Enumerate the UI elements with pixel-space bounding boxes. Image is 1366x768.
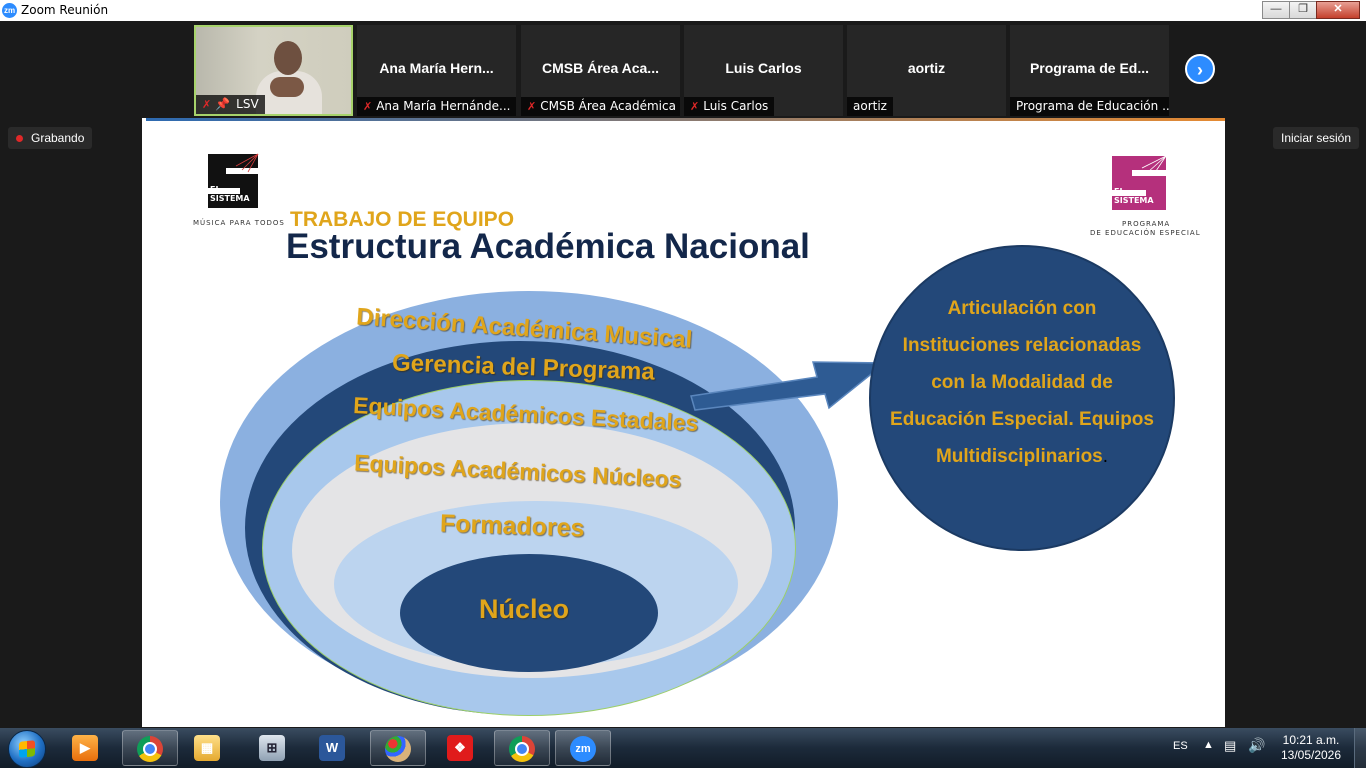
participant-name: Luis Carlos	[725, 60, 802, 76]
participant-tile[interactable]: Luis Carlos ✗ Luis Carlos	[684, 25, 843, 116]
slide-title: Estructura Académica Nacional	[286, 227, 810, 266]
taskbar-chrome-2[interactable]	[494, 730, 550, 766]
ring-label: Formadores	[439, 509, 585, 543]
start-button[interactable]	[8, 730, 46, 768]
participant-name: Ana María Hern...	[379, 60, 494, 76]
clock-time: 10:21 a.m.	[1282, 733, 1340, 747]
slide-top-line	[146, 118, 1225, 121]
participant-label: ✗ Ana María Hernánde...	[357, 97, 516, 116]
participant-name: CMSB Área Aca...	[542, 60, 659, 76]
taskbar-word[interactable]: W	[305, 730, 361, 766]
taskbar-calculator[interactable]: ⊞	[245, 730, 301, 766]
participant-tile[interactable]: Programa de Ed... Programa de Educación …	[1010, 25, 1169, 116]
svg-text:SISTEMA: SISTEMA	[210, 194, 250, 203]
acrobat-icon: ❖	[447, 735, 473, 761]
network-icon[interactable]: ▤	[1224, 738, 1236, 754]
minimize-button[interactable]: —	[1262, 1, 1290, 19]
pin-icon: 📌	[215, 97, 231, 111]
chevron-right-icon: ›	[1197, 60, 1203, 80]
chrome-icon	[509, 736, 535, 762]
minimize-icon: —	[1270, 3, 1282, 15]
close-icon: ✕	[1333, 3, 1343, 15]
maximize-button[interactable]: ❐	[1289, 1, 1317, 19]
mic-muted-icon: ✗	[527, 100, 537, 113]
participant-label: Programa de Educación ...	[1010, 97, 1169, 116]
shared-slide: EL SISTEMA MÚSICA PARA TODOS EL SISTEMA …	[142, 118, 1225, 727]
taskbar-acrobat[interactable]: ❖	[433, 730, 489, 766]
taskbar-file-explorer[interactable]: ▦	[180, 730, 236, 766]
taskbar-media-player[interactable]: ▶	[58, 730, 114, 766]
zoom-logo-icon: zm	[2, 3, 17, 18]
clock-date: 13/05/2026	[1280, 748, 1342, 762]
mic-muted-icon: ✗	[202, 98, 212, 111]
svg-text:EL: EL	[1114, 187, 1125, 196]
file-explorer-icon: ▦	[194, 735, 220, 761]
el-sistema-special-logo: EL SISTEMA	[1112, 155, 1167, 210]
paint-icon	[385, 736, 411, 762]
next-participants-button[interactable]: ›	[1185, 54, 1215, 84]
language-indicator[interactable]: ES	[1173, 740, 1188, 752]
participant-label: ✗ 📌 LSV	[196, 95, 265, 114]
close-button[interactable]: ✕	[1316, 1, 1360, 19]
participant-label: ✗ Luis Carlos	[684, 97, 775, 116]
participant-name: Programa de Ed...	[1029, 60, 1150, 76]
window-controls: — ❐ ✕	[1262, 1, 1360, 19]
zoom-icon: zm	[570, 736, 596, 762]
taskbar-chrome[interactable]	[122, 730, 178, 766]
logo-tagline: PROGRAMA	[1122, 220, 1171, 228]
taskbar: ▶ ▦ ⊞ W ❖ zm ES ▲ ▤ 🔊	[0, 728, 1366, 768]
recording-indicator[interactable]: Grabando	[8, 127, 93, 149]
windows-logo-icon	[19, 740, 35, 758]
restore-icon: ❐	[1298, 3, 1308, 15]
show-desktop-button[interactable]	[1354, 728, 1366, 768]
window-title: Zoom Reunión	[21, 3, 109, 17]
participant-label: ✗ CMSB Área Académica	[521, 97, 680, 116]
word-icon: W	[319, 735, 345, 761]
media-player-icon: ▶	[72, 735, 98, 761]
mic-muted-icon: ✗	[690, 100, 700, 113]
arrow-right-icon	[690, 361, 887, 411]
participant-tile-video[interactable]: ✗ 📌 LSV	[194, 25, 353, 116]
taskbar-paint[interactable]	[370, 730, 426, 766]
title-bar: zm Zoom Reunión — ❐ ✕	[0, 0, 1366, 21]
system-clock[interactable]: 10:21 a.m. 13/05/2026	[1278, 733, 1344, 763]
logo-tagline: MÚSICA PARA TODOS	[193, 219, 285, 227]
volume-icon[interactable]: 🔊	[1248, 737, 1265, 754]
participant-tile[interactable]: aortiz aortiz	[847, 25, 1006, 116]
participant-strip: ✗ 📌 LSV Ana María Hern... ✗ Ana María Herná…	[0, 22, 1366, 118]
taskbar-zoom[interactable]: zm	[555, 730, 611, 766]
articulation-text: Articulación con Instituciones relaciona…	[890, 298, 1154, 467]
participant-label: aortiz	[847, 97, 893, 116]
participant-tile[interactable]: CMSB Área Aca... ✗ CMSB Área Académica	[521, 25, 680, 116]
sign-in-button[interactable]: Iniciar sesión	[1273, 127, 1360, 149]
chrome-icon	[137, 736, 163, 762]
tray-expand-icon[interactable]: ▲	[1203, 739, 1214, 751]
mic-muted-icon: ✗	[363, 100, 373, 113]
svg-text:SISTEMA: SISTEMA	[1114, 196, 1154, 205]
svg-text:EL: EL	[210, 185, 221, 194]
calculator-icon: ⊞	[259, 735, 285, 761]
participant-tile[interactable]: Ana María Hern... ✗ Ana María Hernánde...	[357, 25, 516, 116]
logo-tagline: DE EDUCACIÓN ESPECIAL	[1090, 229, 1201, 237]
participant-name: aortiz	[907, 60, 946, 76]
el-sistema-logo: EL SISTEMA	[208, 153, 259, 208]
ring-label: Núcleo	[479, 594, 570, 624]
record-dot-icon	[16, 135, 23, 143]
